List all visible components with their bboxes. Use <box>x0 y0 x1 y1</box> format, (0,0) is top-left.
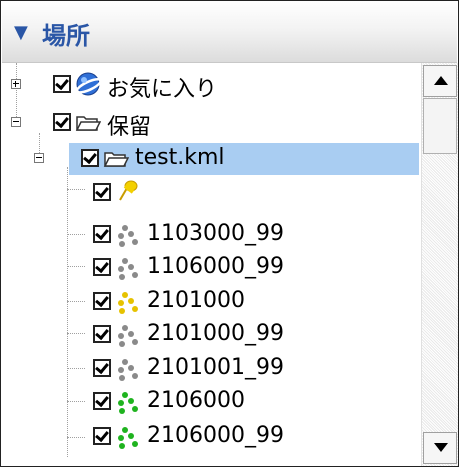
tree-item-test-kml[interactable]: test.kml <box>1 141 419 177</box>
tree-item-path[interactable]: 2106000 <box>1 384 419 420</box>
scroll-up-button[interactable] <box>423 65 457 97</box>
tree-item-label: 2101000 <box>147 288 245 313</box>
path-gray-icon <box>118 359 138 381</box>
checkbox[interactable] <box>53 113 71 131</box>
path-gray-icon <box>118 258 138 280</box>
tree-item-label: お気に入り <box>107 77 218 102</box>
places-panel: ▼ 場所 お気に入り 保留 test.kml 1103000_99 110600… <box>0 0 459 467</box>
checkbox[interactable] <box>93 225 111 243</box>
tree-item-label: 2101000_99 <box>147 321 284 346</box>
places-tree: お気に入り 保留 test.kml 1103000_99 1106000_99 … <box>1 63 419 466</box>
checkbox[interactable] <box>93 258 111 276</box>
path-green-icon <box>118 427 138 449</box>
tree-item-label: 2101001_99 <box>147 355 284 380</box>
collapse-triangle-icon[interactable]: ▼ <box>14 22 28 43</box>
tree-item-favorites[interactable]: お気に入り <box>1 67 419 103</box>
folder-open-icon <box>103 152 129 167</box>
tree-item-path[interactable]: 2106000_99 <box>1 419 419 455</box>
globe-icon <box>75 72 101 96</box>
tree-item-label: 1103000_99 <box>147 221 284 246</box>
tree-item-path[interactable]: 1103000_99 <box>1 217 419 253</box>
expand-icon[interactable] <box>11 79 21 89</box>
tree-item-path[interactable]: 1106000_99 <box>1 250 419 286</box>
arrow-down-icon <box>434 443 448 452</box>
checkbox[interactable] <box>93 325 111 343</box>
scrollbar-thumb[interactable] <box>423 98 457 154</box>
checkbox[interactable] <box>81 149 99 167</box>
collapse-icon[interactable] <box>11 117 21 127</box>
checkbox[interactable] <box>93 183 111 201</box>
arrow-up-icon <box>434 76 448 85</box>
checkbox[interactable] <box>93 392 111 410</box>
checkbox[interactable] <box>93 427 111 445</box>
tree-item-path[interactable]: 2101000 <box>1 284 419 320</box>
tree-item-placemark[interactable] <box>1 175 419 211</box>
tree-item-path[interactable]: 2101001_99 <box>1 351 419 387</box>
path-yellow-icon <box>118 292 138 314</box>
tree-item-path[interactable]: 2101000_99 <box>1 317 419 353</box>
collapse-icon[interactable] <box>34 153 44 163</box>
path-green-icon <box>118 392 138 414</box>
scroll-down-button[interactable] <box>423 432 457 464</box>
checkbox[interactable] <box>93 292 111 310</box>
tree-item-label: 2106000_99 <box>147 423 284 448</box>
places-title: 場所 <box>42 22 90 50</box>
tree-item-label: 2106000 <box>147 388 245 413</box>
folder-open-icon <box>75 116 101 131</box>
places-header[interactable]: ▼ 場所 <box>2 2 457 63</box>
path-gray-icon <box>118 325 138 347</box>
tree-item-label: 保留 <box>107 115 152 140</box>
tree-item-label: test.kml <box>135 145 225 170</box>
path-gray-icon <box>118 225 138 247</box>
tree-item-label: 1106000_99 <box>147 254 284 279</box>
checkbox[interactable] <box>53 75 71 93</box>
pushpin-icon <box>119 180 138 201</box>
vertical-scrollbar[interactable] <box>421 63 458 466</box>
checkbox[interactable] <box>93 359 111 377</box>
tree-item-pending[interactable]: 保留 <box>1 105 419 141</box>
